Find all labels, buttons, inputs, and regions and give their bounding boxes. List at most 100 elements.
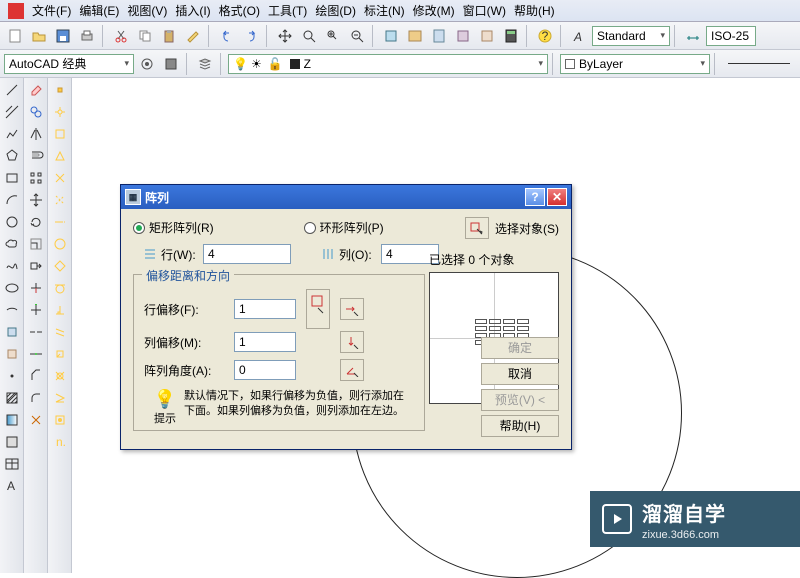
cancel-button[interactable]: 取消 [481,363,559,385]
polar-array-radio[interactable]: 环形阵列(P) [304,219,384,236]
menu-insert[interactable]: 插入(I) [175,2,210,19]
arc-button[interactable] [2,190,22,210]
pick-row-offset-button[interactable] [340,298,364,320]
menu-modify[interactable]: 修改(M) [413,2,455,19]
snap-midpoint-button[interactable] [50,146,70,166]
text-style-icon[interactable]: A [568,25,590,47]
extend-button[interactable] [26,300,46,320]
explode-button[interactable] [26,410,46,430]
ellipse-button[interactable] [2,278,22,298]
snap-nearest-button[interactable] [50,388,70,408]
layer-combo[interactable]: 💡 ☀ 🔓 Z ▾ [228,54,548,74]
row-offset-input[interactable] [234,299,296,319]
zoom-window-button[interactable] [322,25,344,47]
xline-button[interactable] [2,102,22,122]
match-prop-button[interactable] [182,25,204,47]
titlebar-help-button[interactable]: ? [525,188,545,206]
ellipse-arc-button[interactable] [2,300,22,320]
undo-button[interactable] [216,25,238,47]
line-button[interactable] [2,80,22,100]
menu-help[interactable]: 帮助(H) [514,2,555,19]
workspace-combo[interactable]: AutoCAD 经典▾ [4,54,134,74]
break-button[interactable] [26,322,46,342]
gradient-button[interactable] [2,410,22,430]
markup-button[interactable] [476,25,498,47]
snap-apparent-button[interactable] [50,190,70,210]
hatch-button[interactable] [2,388,22,408]
zoom-previous-button[interactable] [346,25,368,47]
sheet-set-button[interactable] [452,25,474,47]
linetype-combo[interactable]: ByLayer ▾ [560,54,710,74]
mirror-button[interactable] [26,124,46,144]
snap-none-button[interactable] [50,410,70,430]
snap-quadrant-button[interactable] [50,256,70,276]
polygon-button[interactable] [2,146,22,166]
snap-intersection-button[interactable] [50,168,70,188]
trim-button[interactable] [26,278,46,298]
move-button[interactable] [26,190,46,210]
join-button[interactable] [26,344,46,364]
snap-parallel-button[interactable] [50,322,70,342]
snap-perpendicular-button[interactable] [50,300,70,320]
chamfer-button[interactable] [26,366,46,386]
ok-button[interactable]: 确定 [481,337,559,359]
preview-button[interactable]: 预览(V) < [481,389,559,411]
designcenter-button[interactable] [404,25,426,47]
workspace-save-button[interactable] [160,53,182,75]
scale-button[interactable] [26,234,46,254]
rectangular-array-radio[interactable]: 矩形阵列(R) [133,219,214,236]
copy-obj-button[interactable] [26,102,46,122]
snap-endpoint-button[interactable] [50,124,70,144]
col-offset-input[interactable] [234,332,296,352]
array-button[interactable] [26,168,46,188]
dim-style-combo[interactable]: ISO-25 [706,26,756,46]
erase-button[interactable] [26,80,46,100]
osnap-settings-button[interactable]: n. [50,432,70,452]
dialog-help-button[interactable]: 帮助(H) [481,415,559,437]
select-objects-button[interactable] [465,217,489,239]
region-button[interactable] [2,432,22,452]
rotate-button[interactable] [26,212,46,232]
point-button[interactable] [2,366,22,386]
fillet-button[interactable] [26,388,46,408]
workspace-settings-button[interactable] [136,53,158,75]
insert-block-button[interactable] [2,322,22,342]
dim-style-icon[interactable] [682,25,704,47]
mtext-button[interactable]: A [2,476,22,496]
paste-button[interactable] [158,25,180,47]
spline-button[interactable] [2,256,22,276]
table-button[interactable] [2,454,22,474]
pick-both-offsets-button[interactable] [306,289,330,329]
offset-button[interactable] [26,146,46,166]
menu-dimension[interactable]: 标注(N) [364,2,405,19]
snap-node-button[interactable] [50,366,70,386]
stretch-button[interactable] [26,256,46,276]
dialog-titlebar[interactable]: ▦ 阵列 ? ✕ [121,185,571,209]
rows-input[interactable] [203,244,291,264]
temp-track-button[interactable] [50,80,70,100]
rectangle-button[interactable] [2,168,22,188]
snap-tangent-button[interactable] [50,278,70,298]
menu-format[interactable]: 格式(O) [219,2,260,19]
revcloud-button[interactable] [2,234,22,254]
array-angle-input[interactable] [234,360,296,380]
pick-col-offset-button[interactable] [340,331,364,353]
open-button[interactable] [28,25,50,47]
redo-button[interactable] [240,25,262,47]
zoom-realtime-button[interactable] [298,25,320,47]
circle-button[interactable] [2,212,22,232]
menu-view[interactable]: 视图(V) [127,2,167,19]
copy-button[interactable] [134,25,156,47]
snap-extension-button[interactable] [50,212,70,232]
new-button[interactable] [4,25,26,47]
menu-draw[interactable]: 绘图(D) [315,2,356,19]
menu-tools[interactable]: 工具(T) [268,2,307,19]
cut-button[interactable] [110,25,132,47]
layer-states-button[interactable] [194,53,216,75]
snap-insert-button[interactable] [50,344,70,364]
pan-button[interactable] [274,25,296,47]
make-block-button[interactable] [2,344,22,364]
tool-palettes-button[interactable] [428,25,450,47]
close-button[interactable]: ✕ [547,188,567,206]
menu-file[interactable]: 文件(F) [32,2,71,19]
